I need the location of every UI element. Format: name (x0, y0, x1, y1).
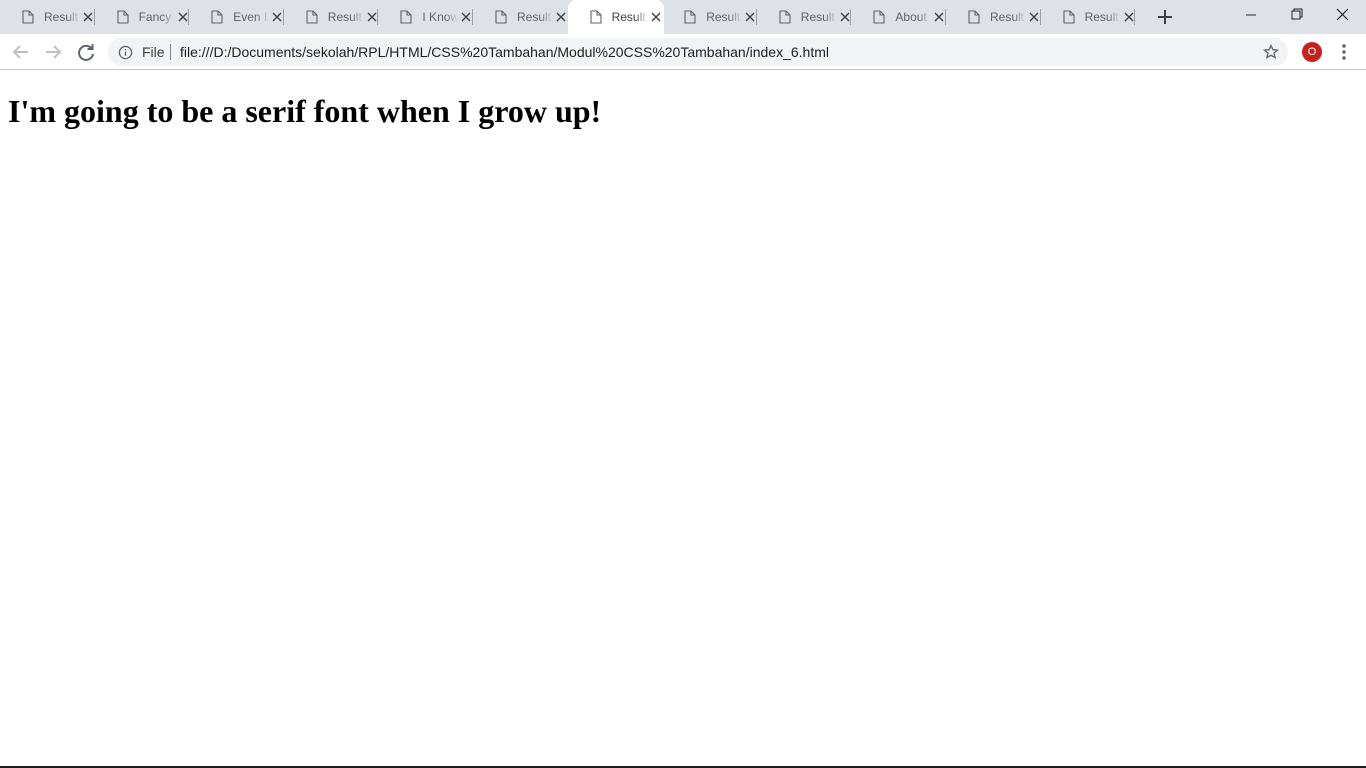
tab-title: Result (990, 10, 1025, 24)
close-icon[interactable] (1123, 11, 1135, 23)
document-icon (400, 10, 412, 24)
document-icon (306, 10, 318, 24)
browser-tab[interactable]: Result (567, 0, 665, 34)
close-icon[interactable] (1028, 11, 1040, 23)
document-icon (1063, 10, 1075, 24)
tab-title: Result (611, 10, 646, 24)
close-icon[interactable] (744, 11, 756, 23)
star-icon[interactable] (1263, 44, 1279, 60)
close-icon[interactable] (177, 11, 189, 23)
document-icon (22, 10, 34, 24)
page-content: I'm going to be a serif font when I grow… (0, 71, 1366, 766)
browser-tab[interactable]: Result (1041, 0, 1136, 34)
document-icon (684, 10, 696, 24)
more-vertical-icon[interactable] (1336, 42, 1352, 62)
close-icon[interactable] (271, 11, 283, 23)
tab-title: Result (1084, 10, 1119, 24)
address-bar[interactable]: File file:///D:/Documents/sekolah/RPL/HT… (108, 38, 1288, 66)
browser-tab[interactable]: Result (0, 0, 95, 34)
tab-title: Result (706, 10, 741, 24)
document-icon (211, 10, 223, 24)
close-window-button[interactable] (1320, 0, 1366, 30)
scheme-label[interactable]: File (142, 44, 165, 60)
toolbar: File file:///D:/Documents/sekolah/RPL/HT… (0, 34, 1366, 70)
close-icon[interactable] (650, 11, 662, 23)
reload-icon[interactable] (74, 41, 98, 63)
info-icon[interactable] (118, 45, 133, 60)
browser-tab[interactable]: About (851, 0, 946, 34)
close-icon[interactable] (555, 11, 567, 23)
browser-tab[interactable]: Result (662, 0, 757, 34)
document-icon (968, 10, 980, 24)
tab-separator (1134, 9, 1136, 25)
browser-tab[interactable]: Result (946, 0, 1041, 34)
new-tab-button[interactable] (1155, 7, 1175, 27)
close-icon[interactable] (82, 11, 94, 23)
browser-tab[interactable]: I Know (378, 0, 473, 34)
document-icon (590, 10, 602, 24)
forward-arrow-icon[interactable] (41, 41, 65, 63)
document-icon (495, 10, 507, 24)
browser-tab[interactable]: Fancy (95, 0, 190, 34)
close-icon[interactable] (366, 11, 378, 23)
document-icon (873, 10, 885, 24)
url-text[interactable]: file:///D:/Documents/sekolah/RPL/HTML/CS… (180, 44, 829, 60)
tab-title: Result (517, 10, 552, 24)
tab-title: Result (800, 10, 835, 24)
document-icon (117, 10, 129, 24)
minimize-button[interactable] (1228, 0, 1274, 30)
tab-title: Result (327, 10, 362, 24)
browser-tab[interactable]: Result (757, 0, 852, 34)
document-icon (779, 10, 791, 24)
close-icon[interactable] (933, 11, 945, 23)
address-divider (170, 44, 171, 60)
close-icon[interactable] (460, 11, 472, 23)
restore-button[interactable] (1274, 0, 1320, 30)
back-arrow-icon[interactable] (9, 41, 33, 63)
close-icon[interactable] (839, 11, 851, 23)
profile-avatar[interactable]: O (1302, 42, 1322, 62)
browser-tab[interactable]: Result (284, 0, 379, 34)
tab-strip: Result Fancy Even I Result I Know Result Resul… (0, 0, 1366, 34)
page-heading: I'm going to be a serif font when I grow… (8, 93, 602, 129)
tab-title: Result (44, 10, 79, 24)
browser-tab[interactable]: Result (473, 0, 568, 34)
tab-title: I Know (422, 10, 459, 24)
tab-title: Even I (233, 10, 268, 24)
tab-title: Fancy (138, 10, 172, 24)
tab-title: About (895, 10, 927, 24)
browser-tab[interactable]: Even I (189, 0, 284, 34)
